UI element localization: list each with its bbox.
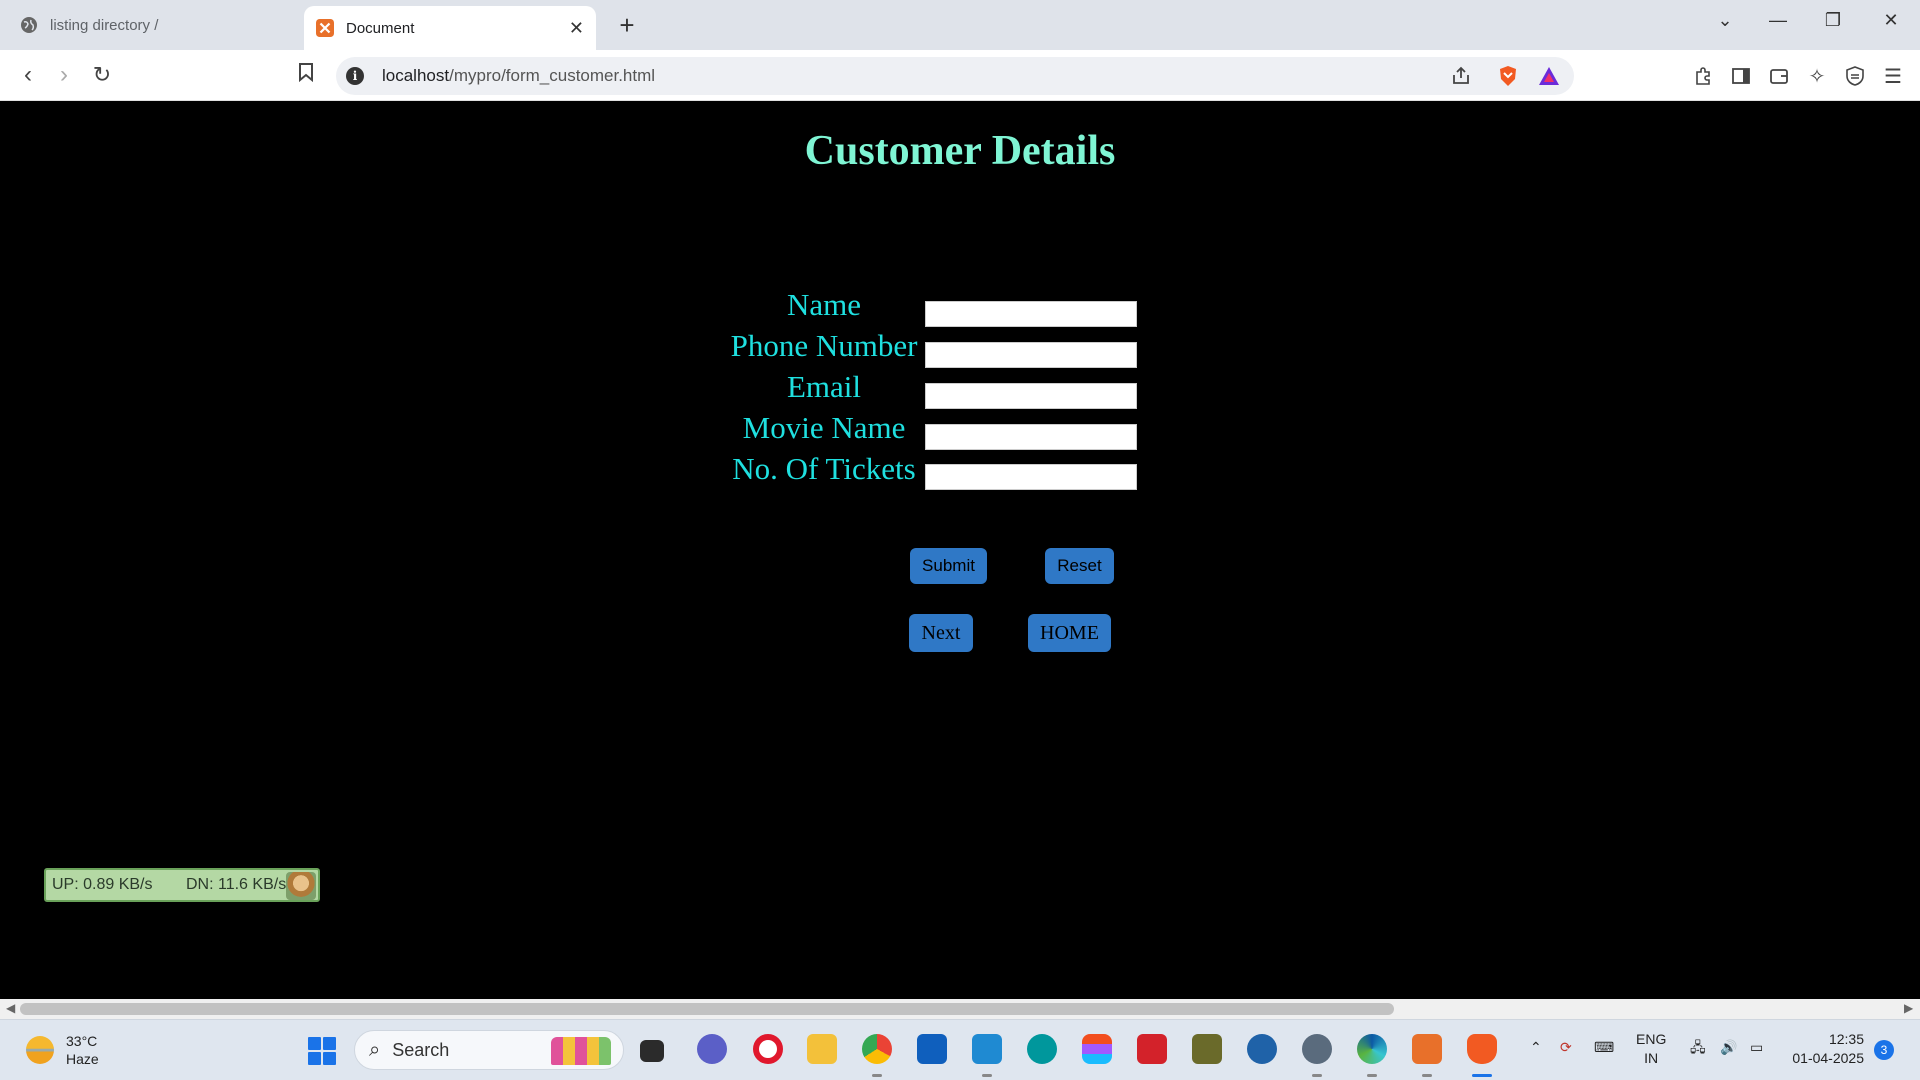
xampp-icon <box>316 19 334 37</box>
file-explorer-icon[interactable] <box>807 1034 837 1064</box>
language-secondary: IN <box>1644 1050 1659 1066</box>
arduino-icon[interactable] <box>1027 1034 1057 1064</box>
reset-button[interactable]: Reset <box>1045 548 1114 584</box>
browser-toolbar: ‹ › ↻ i localhost/mypro/form_customer.ht… <box>0 50 1920 101</box>
language-primary: ENG <box>1636 1031 1667 1047</box>
show-hidden-icons-chevron-icon[interactable]: ⌃ <box>1530 1038 1542 1057</box>
bookmark-icon[interactable] <box>292 62 320 88</box>
xampp-taskbar-icon[interactable] <box>1412 1034 1442 1064</box>
site-info-icon[interactable]: i <box>346 67 364 85</box>
opera-icon[interactable] <box>753 1034 783 1064</box>
running-indicator <box>872 1074 882 1077</box>
weather-desc: Haze <box>66 1051 99 1067</box>
edge-icon[interactable] <box>1357 1034 1387 1064</box>
scroll-left-arrow-icon[interactable]: ◀ <box>6 1001 15 1015</box>
next-button[interactable]: Next <box>909 614 973 652</box>
page-content: Customer Details Name Phone Number Email… <box>0 101 1920 999</box>
restore-button[interactable]: ❐ <box>1818 10 1848 31</box>
notification-badge[interactable]: 3 <box>1874 1040 1894 1060</box>
back-button[interactable]: ‹ <box>14 62 42 88</box>
extensions-icon[interactable] <box>1690 63 1716 89</box>
email-label: Email <box>786 369 862 404</box>
phone-number-input[interactable] <box>925 342 1137 368</box>
close-tab-icon[interactable]: ✕ <box>569 18 584 39</box>
menu-icon[interactable]: ☰ <box>1880 63 1906 89</box>
brave-shields-icon[interactable] <box>1497 65 1519 87</box>
forward-button[interactable]: › <box>50 62 78 88</box>
running-indicator <box>982 1074 992 1077</box>
tab-label: Document <box>346 19 415 37</box>
reload-button[interactable]: ↻ <box>88 62 116 88</box>
running-indicator <box>1422 1074 1432 1077</box>
keyboard-icon[interactable]: ⌨ <box>1594 1038 1614 1057</box>
brave-rewards-icon[interactable] <box>1538 65 1560 87</box>
teams-chat-icon[interactable] <box>697 1034 727 1064</box>
windows-taskbar: 33°C Haze ⌕ Search ⌃ ⟳ ⌨ ENG IN 🖧 🔊 ▭ 12… <box>0 1019 1920 1080</box>
search-label: Search <box>392 1039 450 1060</box>
globe-icon <box>20 16 38 34</box>
new-tab-button[interactable]: + <box>612 10 642 41</box>
clock[interactable]: 12:35 01-04-2025 <box>1790 1030 1864 1068</box>
scrollbar-thumb[interactable] <box>20 1003 1394 1015</box>
sketchup-icon[interactable] <box>1247 1034 1277 1064</box>
figma-icon[interactable] <box>1082 1034 1112 1064</box>
tab-listing-directory[interactable]: listing directory / <box>8 6 300 44</box>
name-input[interactable] <box>925 301 1137 327</box>
share-icon[interactable] <box>1450 65 1472 87</box>
url-text[interactable]: localhost/mypro/form_customer.html <box>382 66 655 86</box>
wallet-icon[interactable] <box>1766 63 1792 89</box>
sync-icon[interactable]: ⟳ <box>1560 1038 1572 1057</box>
weather-temp: 33°C <box>66 1033 98 1049</box>
name-label: Name <box>786 287 862 322</box>
leo-ai-icon[interactable]: ✧ <box>1804 63 1830 89</box>
download-speed: DN: 11.6 KB/s <box>186 876 287 893</box>
settings-gear-icon[interactable] <box>1302 1034 1332 1064</box>
java-app-icon[interactable] <box>1192 1034 1222 1064</box>
minimize-button[interactable]: — <box>1763 10 1793 31</box>
haze-weather-icon <box>26 1036 54 1064</box>
network-speed-widget: UP: 0.89 KB/s DN: 11.6 KB/s <box>44 868 320 902</box>
email-input[interactable] <box>925 383 1137 409</box>
autocad-icon[interactable] <box>1137 1034 1167 1064</box>
tickets-input[interactable] <box>925 464 1137 490</box>
network-icon[interactable]: 🖧 <box>1690 1038 1706 1057</box>
volume-icon[interactable]: 🔊 <box>1720 1038 1737 1057</box>
home-button[interactable]: HOME <box>1028 614 1111 652</box>
movie-name-label: Movie Name <box>742 410 906 445</box>
close-window-button[interactable]: ✕ <box>1876 10 1906 31</box>
taskbar-search[interactable]: ⌕ Search <box>354 1030 624 1070</box>
sidebar-icon[interactable] <box>1728 63 1754 89</box>
movie-name-input[interactable] <box>925 424 1137 450</box>
browser-tab-strip: listing directory / Document ✕ + ⌄ — ❐ ✕ <box>0 0 1920 50</box>
upload-speed: UP: 0.89 KB/s <box>52 876 153 893</box>
scroll-right-arrow-icon[interactable]: ▶ <box>1904 1001 1913 1015</box>
page-title: Customer Details <box>804 128 1116 174</box>
weather-widget[interactable]: 33°C Haze <box>26 1032 99 1068</box>
vscode-icon[interactable] <box>972 1034 1002 1064</box>
tab-label: listing directory / <box>50 16 159 34</box>
language-indicator[interactable]: ENG IN <box>1636 1030 1666 1068</box>
horizontal-scrollbar[interactable]: ◀ ▶ <box>0 999 1920 1019</box>
tickets-label: No. Of Tickets <box>732 451 916 486</box>
address-bar[interactable]: i localhost/mypro/form_customer.html <box>336 57 1574 95</box>
microsoft-store-icon[interactable] <box>917 1034 947 1064</box>
clock-date: 01-04-2025 <box>1792 1050 1864 1066</box>
running-indicator <box>1367 1074 1377 1077</box>
vpn-shield-icon[interactable] <box>1842 63 1868 89</box>
mascot-avatar-icon <box>286 872 316 900</box>
tulips-decoration-icon <box>551 1037 611 1065</box>
tab-search-chevron-icon[interactable]: ⌄ <box>1710 10 1740 31</box>
running-indicator <box>1312 1074 1322 1077</box>
start-button[interactable] <box>308 1037 336 1065</box>
tab-document[interactable]: Document ✕ <box>304 6 596 50</box>
search-icon: ⌕ <box>369 1038 381 1061</box>
task-view-icon[interactable] <box>640 1040 664 1062</box>
chrome-icon[interactable] <box>862 1034 892 1064</box>
phone-number-label: Phone Number <box>730 328 918 363</box>
submit-button[interactable]: Submit <box>910 548 987 584</box>
brave-browser-icon[interactable] <box>1467 1034 1497 1064</box>
battery-icon[interactable]: ▭ <box>1750 1038 1763 1057</box>
active-indicator <box>1472 1074 1492 1077</box>
clock-time: 12:35 <box>1828 1031 1864 1047</box>
